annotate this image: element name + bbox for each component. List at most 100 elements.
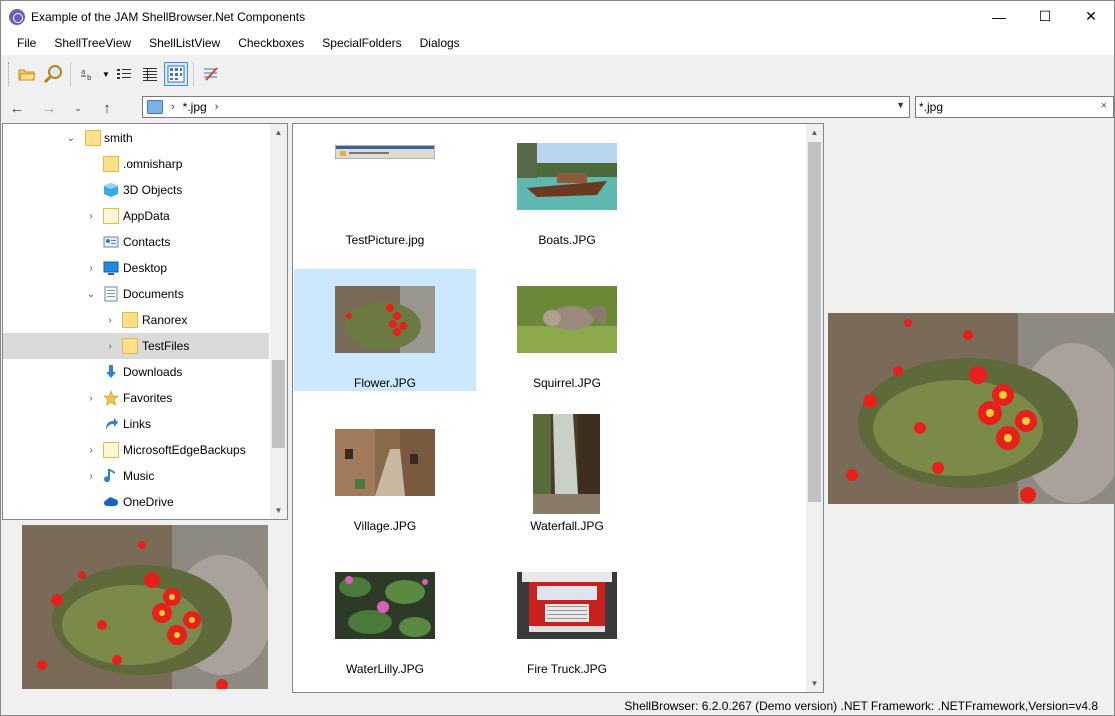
tree-scrollbar-thumb[interactable] <box>272 360 285 448</box>
tree-item-omnisharp[interactable]: .omnisharp <box>3 151 269 177</box>
toolbar: ab ▼ <box>1 57 1114 91</box>
recent-locations-button[interactable]: ⌄ <box>65 95 91 121</box>
downloads-icon <box>106 365 116 378</box>
tree-item-desktop[interactable]: › Desktop <box>3 255 269 281</box>
list-scrollbar[interactable]: ▲ ▼ <box>806 124 823 692</box>
tree-item-ranorex[interactable]: › Ranorex <box>3 307 269 333</box>
tree-item-music[interactable]: › Music <box>3 463 269 489</box>
chevron-right-icon[interactable]: › <box>85 211 97 222</box>
chevron-right-icon[interactable]: › <box>85 393 97 404</box>
forward-button[interactable]: → <box>33 95 65 121</box>
tree-item-3d-objects[interactable]: 3D Objects <box>3 177 269 203</box>
tree-item-label: OneDrive <box>123 495 174 509</box>
tree-item-favorites[interactable]: › Favorites <box>3 385 269 411</box>
up-button[interactable]: ↑ <box>91 95 123 121</box>
tree-item-label: AppData <box>123 209 170 223</box>
address-dropdown-icon[interactable]: ▼ <box>896 100 905 110</box>
chevron-right-icon[interactable]: › <box>104 315 116 326</box>
clear-filter-icon[interactable]: × <box>1101 100 1107 112</box>
chevron-right-icon[interactable]: › <box>85 263 97 274</box>
scroll-up-icon[interactable]: ▲ <box>270 124 287 141</box>
tree-item-contacts[interactable]: Contacts <box>3 229 269 255</box>
list-item-waterfall[interactable]: Waterfall.JPG <box>476 412 658 534</box>
list-item-boats[interactable]: Boats.JPG <box>476 126 658 248</box>
back-button[interactable]: ← <box>1 95 33 121</box>
tree-item-label: TestFiles <box>142 339 190 353</box>
breadcrumb-item[interactable]: *.jpg <box>183 100 207 114</box>
menu-shelltreeview[interactable]: ShellTreeView <box>45 32 140 55</box>
maximize-button[interactable]: ☐ <box>1022 1 1068 32</box>
toolbar-grip[interactable] <box>8 62 11 86</box>
status-text: ShellBrowser: 6.2.0.267 (Demo version) .… <box>624 698 1098 713</box>
search-results-icon <box>147 100 163 114</box>
scroll-down-icon[interactable]: ▼ <box>806 675 823 692</box>
tree-item-label: Documents <box>123 287 184 301</box>
tree-item-microsoftedgebackups[interactable]: › MicrosoftEdgeBackups <box>3 437 269 463</box>
folder-icon <box>85 130 101 146</box>
chevron-right-icon[interactable]: › <box>85 471 97 482</box>
menu-dialogs[interactable]: Dialogs <box>411 32 469 55</box>
menu-checkboxes[interactable]: Checkboxes <box>229 32 313 55</box>
chevron-down-icon[interactable]: ⌄ <box>85 289 97 300</box>
view-options-button[interactable]: ab <box>76 62 100 86</box>
title-bar: Example of the JAM ShellBrowser.Net Comp… <box>1 1 1114 32</box>
chevron-right-icon[interactable]: › <box>85 445 97 456</box>
thumbnail-view-icon <box>167 65 185 83</box>
tree-item-appdata[interactable]: › AppData <box>3 203 269 229</box>
open-folder-button[interactable] <box>15 62 39 86</box>
view-dropdown-arrow[interactable]: ▼ <box>101 70 111 79</box>
status-bar: ShellBrowser: 6.2.0.267 (Demo version) .… <box>1 695 1114 716</box>
preview-image-left <box>22 525 268 689</box>
thumbnail-waterlilly <box>335 572 435 639</box>
menu-file[interactable]: File <box>8 32 45 55</box>
toolbar-separator <box>193 62 194 86</box>
tree-item-links[interactable]: Links <box>3 411 269 437</box>
chevron-right-icon[interactable]: › <box>104 341 116 352</box>
tree-item-label: Downloads <box>123 365 183 379</box>
menu-shelllistview[interactable]: ShellListView <box>140 32 229 55</box>
list-view-button[interactable] <box>112 62 136 86</box>
folder-icon <box>103 156 119 172</box>
breadcrumb-separator[interactable]: › <box>215 101 219 113</box>
contacts-icon <box>103 236 119 248</box>
tree-item-downloads[interactable]: Downloads <box>3 359 269 385</box>
toolbar-separator <box>70 62 71 86</box>
list-item-waterlilly[interactable]: WaterLilly.JPG <box>294 555 476 677</box>
tree-scrollbar[interactable]: ▲ ▼ <box>270 124 287 519</box>
shell-tree-view[interactable]: ⌄ smith .omnisharp 3D Objects › AppData … <box>2 123 288 520</box>
tree-item-label: Links <box>123 417 152 431</box>
list-item-testpicture[interactable]: TestPicture.jpg <box>294 126 476 248</box>
thumbnail-flower <box>335 286 435 353</box>
thumbnail-view-button[interactable] <box>164 62 188 86</box>
list-item-fire-truck[interactable]: Fire Truck.JPG <box>476 555 658 677</box>
close-button[interactable]: ✕ <box>1068 1 1114 32</box>
tree-item-documents[interactable]: ⌄ Documents <box>3 281 269 307</box>
tree-item-testfiles[interactable]: › TestFiles <box>3 333 269 359</box>
window-title: Example of the JAM ShellBrowser.Net Comp… <box>31 9 306 24</box>
details-view-button[interactable] <box>138 62 162 86</box>
list-item-flower[interactable]: Flower.JPG <box>294 269 476 391</box>
svg-text:b: b <box>87 74 92 82</box>
tree-item-label: smith <box>104 131 133 145</box>
breadcrumb-separator[interactable]: › <box>171 101 175 113</box>
list-item-squirrel[interactable]: Squirrel.JPG <box>476 269 658 391</box>
minimize-button[interactable]: — <box>976 1 1022 32</box>
folder-icon <box>103 442 119 458</box>
tree-item-label: Favorites <box>123 391 173 405</box>
filter-input[interactable]: *.jpg × <box>915 96 1114 118</box>
scroll-down-icon[interactable]: ▼ <box>270 502 287 519</box>
sort-icon: ab <box>81 68 92 82</box>
address-bar[interactable]: › *.jpg › ▼ <box>142 96 910 118</box>
scroll-up-icon[interactable]: ▲ <box>806 124 823 141</box>
tree-item-label: Music <box>123 469 155 483</box>
search-button[interactable] <box>41 62 65 86</box>
menu-specialfolders[interactable]: SpecialFolders <box>313 32 410 55</box>
shell-list-view[interactable]: TestPicture.jpg Boats.JPG Flower.JPG Squ… <box>292 123 824 693</box>
properties-button[interactable] <box>199 62 223 86</box>
list-item-label: Fire Truck.JPG <box>526 662 607 676</box>
chevron-down-icon[interactable]: ⌄ <box>65 133 77 144</box>
tree-item-onedrive[interactable]: OneDrive <box>3 489 269 515</box>
list-item-village[interactable]: Village.JPG <box>294 412 476 534</box>
list-scrollbar-thumb[interactable] <box>808 142 821 502</box>
tree-item-smith[interactable]: ⌄ smith <box>3 125 269 151</box>
